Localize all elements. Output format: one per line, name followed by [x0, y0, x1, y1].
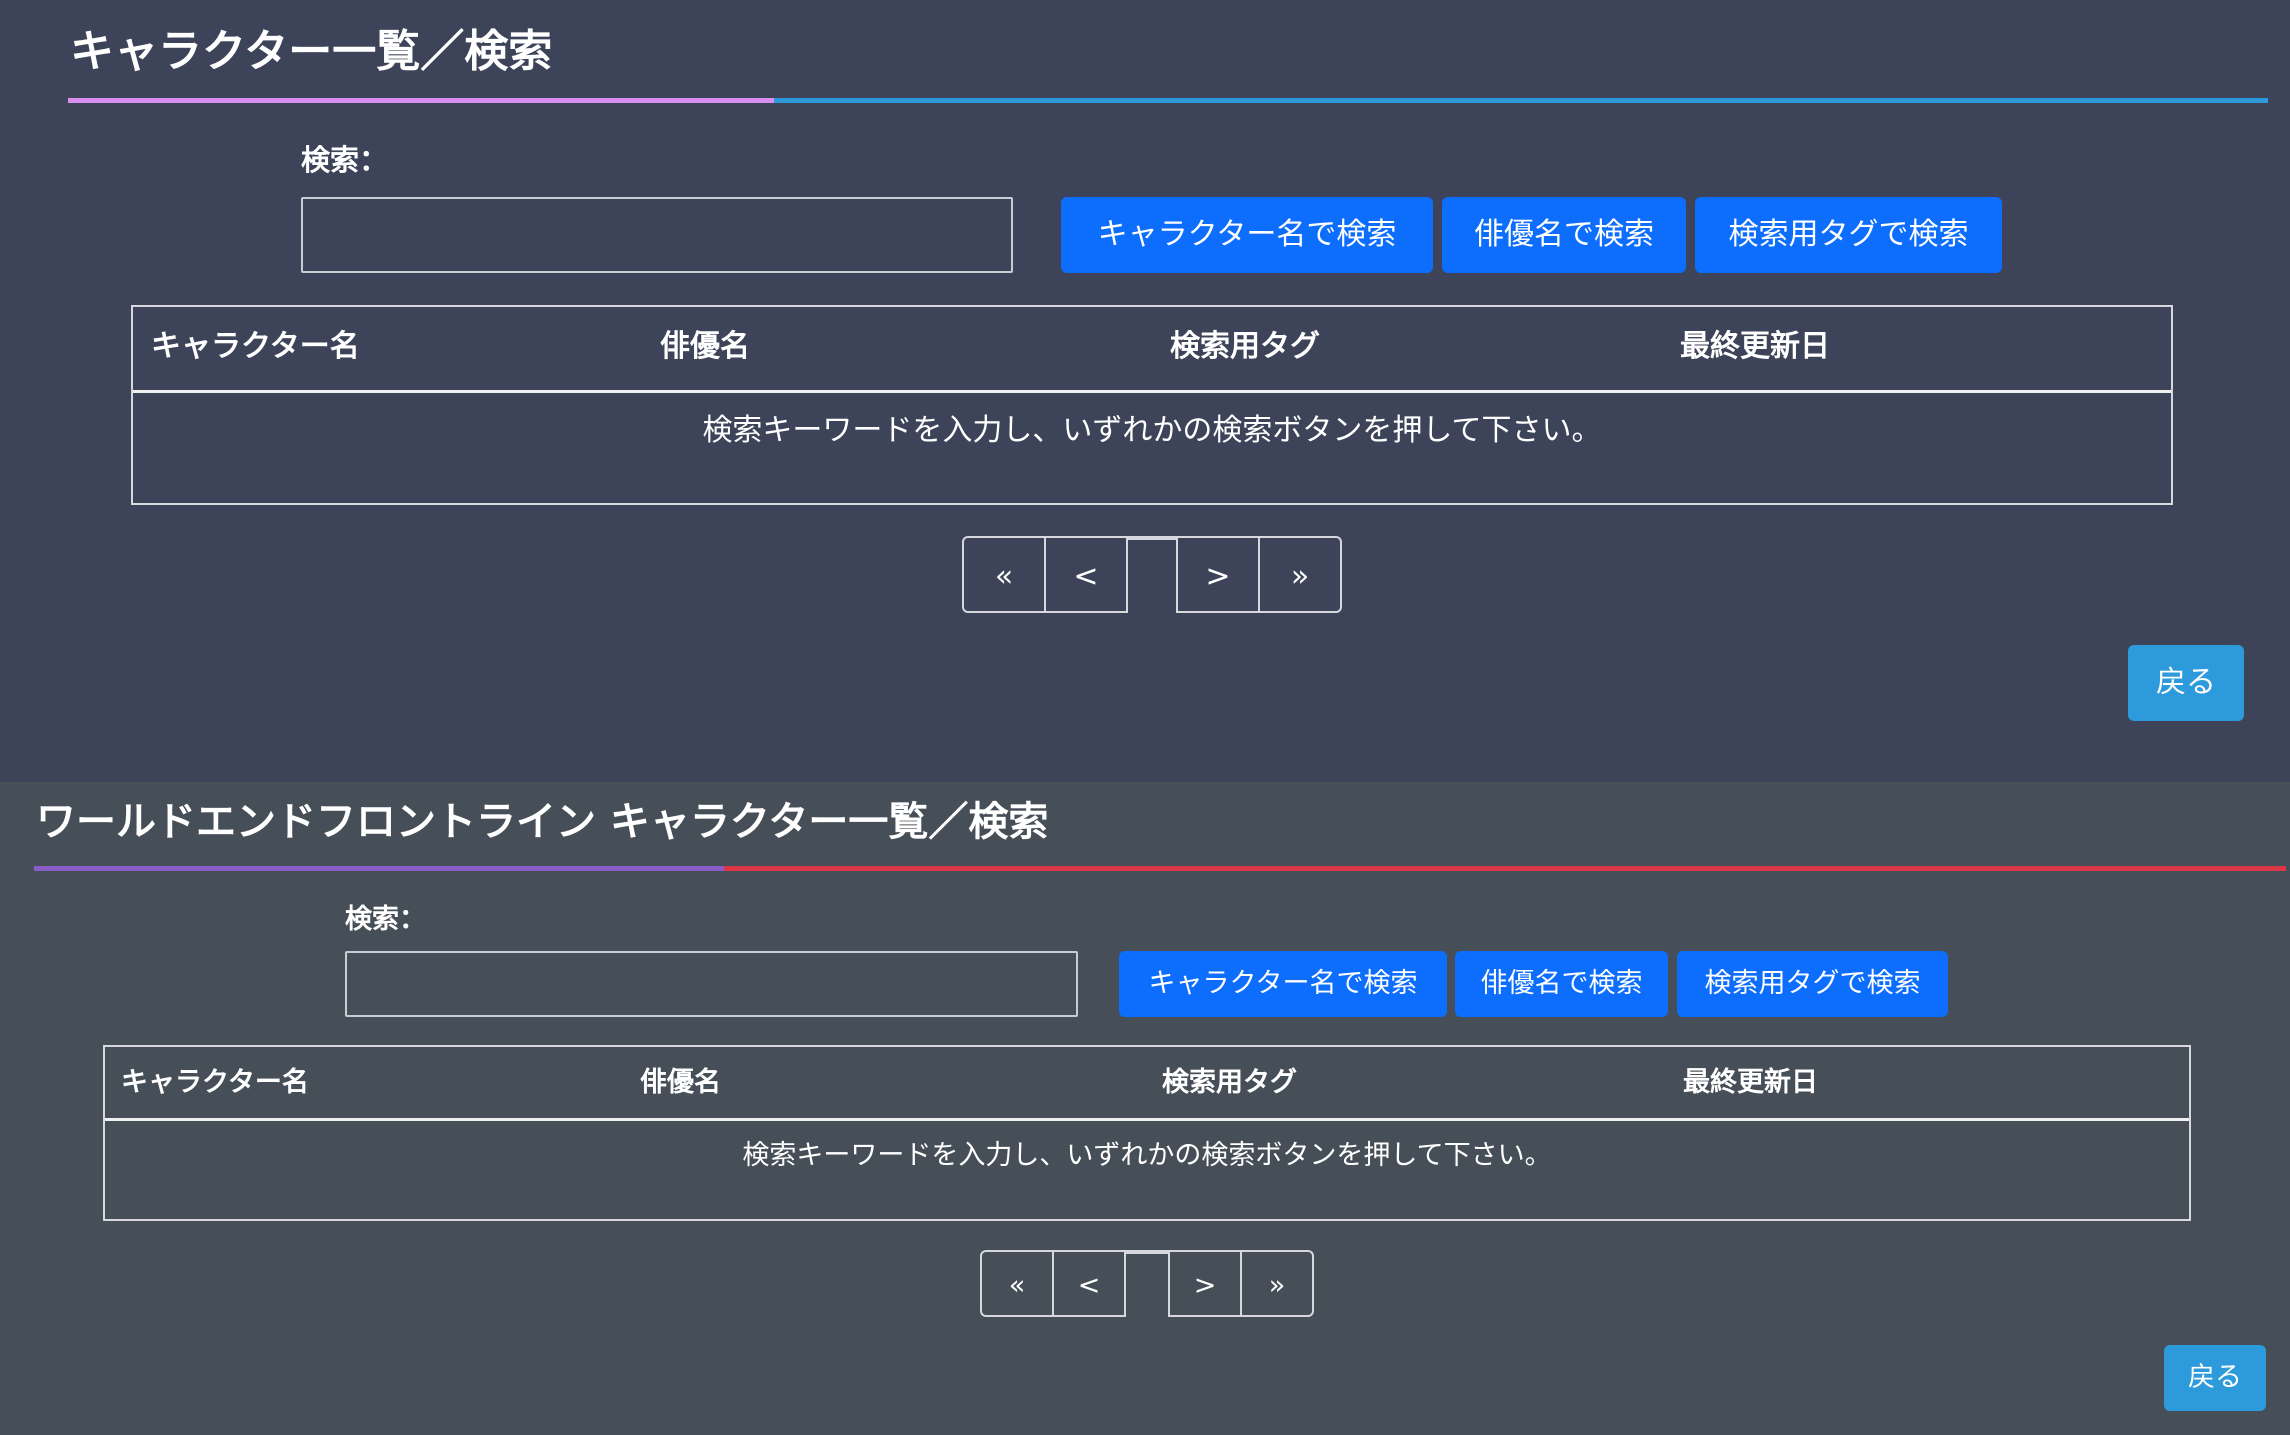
search-label: 検索： [345, 904, 426, 935]
search-input[interactable] [345, 951, 1078, 1017]
pager-first-button[interactable]: « [980, 1250, 1054, 1317]
title-underline-accent [34, 866, 724, 871]
column-header-search-tags: 検索用タグ [1162, 1067, 1297, 1098]
title-underline-base [774, 98, 2268, 103]
pager-last-button[interactable]: » [1258, 536, 1342, 613]
back-button[interactable]: 戻る [2164, 1345, 2266, 1411]
pager-next-button[interactable]: > [1168, 1250, 1242, 1317]
pager-page-indicator [1124, 1250, 1170, 1275]
results-table: キャラクター名 俳優名 検索用タグ 最終更新日 検索キーワードを入力し、いずれか… [131, 305, 2173, 505]
page-title: キャラクター一覧／検索 [70, 26, 553, 77]
column-header-character-name: キャラクター名 [151, 329, 360, 364]
search-by-actor-button[interactable]: 俳優名で検索 [1442, 197, 1686, 273]
column-header-last-updated: 最終更新日 [1680, 329, 1830, 364]
search-input[interactable] [301, 197, 1013, 273]
table-header: キャラクター名 俳優名 検索用タグ 最終更新日 [105, 1047, 2189, 1121]
column-header-character-name: キャラクター名 [121, 1067, 309, 1098]
results-table: キャラクター名 俳優名 検索用タグ 最終更新日 検索キーワードを入力し、いずれか… [103, 1045, 2191, 1221]
search-by-tag-button[interactable]: 検索用タグで検索 [1695, 197, 2002, 273]
title-underline [6, 866, 2286, 871]
search-by-character-button[interactable]: キャラクター名で検索 [1061, 197, 1433, 273]
empty-table-message: 検索キーワードを入力し、いずれかの検索ボタンを押して下さい。 [742, 1140, 1552, 1171]
pager-page-indicator [1126, 536, 1178, 565]
column-header-search-tags: 検索用タグ [1170, 329, 1320, 364]
character-list-panel: キャラクター一覧／検索 検索： キャラクター名で検索 俳優名で検索 検索用タグで… [0, 0, 2290, 782]
title-underline [36, 98, 2268, 103]
column-header-actor-name: 俳優名 [640, 1067, 721, 1098]
column-header-actor-name: 俳優名 [660, 329, 750, 364]
back-button[interactable]: 戻る [2128, 645, 2244, 721]
empty-table-message: 検索キーワードを入力し、いずれかの検索ボタンを押して下さい。 [702, 413, 1602, 448]
pager-next-button[interactable]: > [1176, 536, 1260, 613]
search-by-character-button[interactable]: キャラクター名で検索 [1119, 951, 1447, 1017]
pager-last-button[interactable]: » [1240, 1250, 1314, 1317]
column-header-last-updated: 最終更新日 [1683, 1067, 1818, 1098]
worldend-character-list-panel: ワールドエンドフロントライン キャラクター一覧／検索 検索： キャラクター名で検… [0, 782, 2290, 1435]
pager-prev-button[interactable]: < [1052, 1250, 1126, 1317]
table-header: キャラクター名 俳優名 検索用タグ 最終更新日 [133, 307, 2171, 393]
search-by-actor-button[interactable]: 俳優名で検索 [1455, 951, 1668, 1017]
title-underline-accent [68, 98, 774, 103]
search-label: 検索： [301, 143, 389, 177]
search-by-tag-button[interactable]: 検索用タグで検索 [1677, 951, 1948, 1017]
title-underline-base [724, 866, 2286, 871]
pager-prev-button[interactable]: < [1044, 536, 1128, 613]
page-title: ワールドエンドフロントライン キャラクター一覧／検索 [36, 799, 1049, 845]
pager-first-button[interactable]: « [962, 536, 1046, 613]
